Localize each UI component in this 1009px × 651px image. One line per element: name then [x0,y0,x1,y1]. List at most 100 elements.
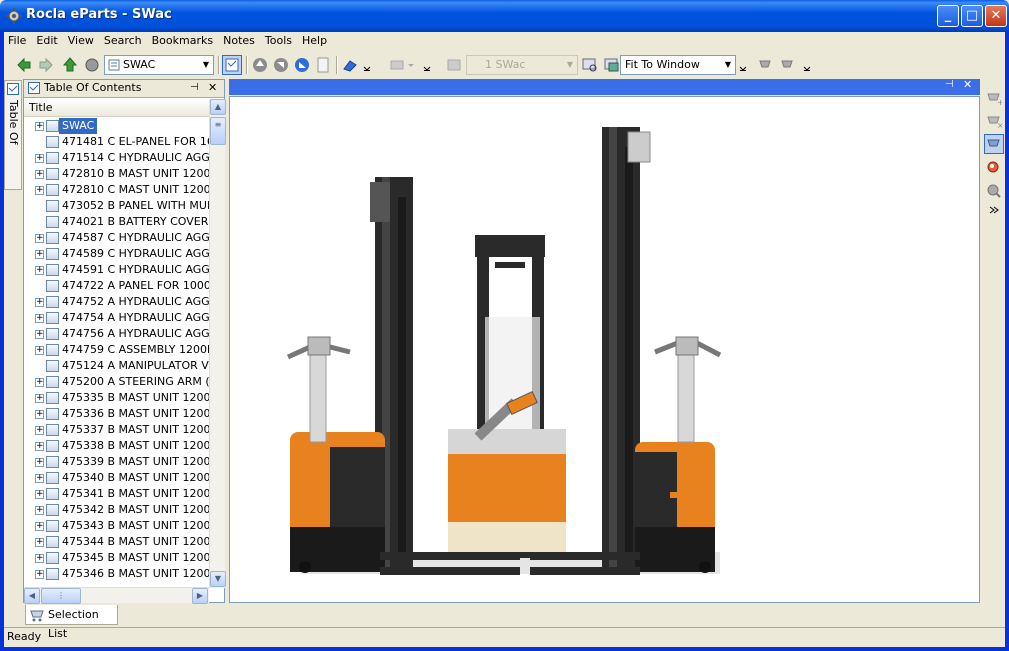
toolbar-chevron-icon[interactable] [362,55,372,75]
toolbar-chevron-icon[interactable] [422,55,432,75]
pin-icon[interactable]: ⊣ [945,79,954,90]
toc-horizontal-scrollbar[interactable]: ◀ ⋮ ▶ [24,587,209,604]
scroll-thumb[interactable]: ≡ [210,117,226,145]
toc-row[interactable]: +471514 C HYDRAULIC AGG [24,150,209,166]
toc-row[interactable]: +475344 B MAST UNIT 1200k [24,534,209,550]
forward-icon[interactable] [36,55,56,75]
expand-icon[interactable]: + [35,538,44,547]
zoom-tool-icon[interactable] [580,55,600,75]
close-document-icon[interactable]: ✕ [963,78,972,91]
menu-search[interactable]: Search [100,32,146,49]
toc-row[interactable]: +475200 A STEERING ARM ( [24,374,209,390]
bookmark-icon[interactable] [340,55,360,75]
toc-row[interactable]: +475340 B MAST UNIT 1200k [24,470,209,486]
menu-file[interactable]: File [4,32,30,49]
cart-remove-icon[interactable] [756,55,776,75]
toc-row[interactable]: 473052 B PANEL WITH MUL [24,198,209,214]
close-button[interactable]: ✕ [985,5,1007,27]
search-parts-icon[interactable] [984,158,1004,178]
toc-row[interactable]: +475337 B MAST UNIT 1200k [24,422,209,438]
nav-next-circle-icon[interactable] [292,55,312,75]
toolbar-overflow-icon[interactable] [984,204,1004,216]
expand-icon[interactable]: + [35,250,44,259]
expand-icon[interactable]: + [35,506,44,515]
expand-icon[interactable]: + [35,234,44,243]
expand-icon[interactable]: + [35,490,44,499]
zoom-select[interactable]: Fit To Window ▼ [620,55,736,75]
toc-row[interactable]: 474021 B BATTERY COVER [24,214,209,230]
minimize-button[interactable]: _ [937,5,959,27]
menu-view[interactable]: View [64,32,98,49]
close-panel-icon[interactable]: ✕ [208,80,217,96]
menu-bookmarks[interactable]: Bookmarks [148,32,217,49]
cart-view-icon[interactable] [984,134,1004,154]
menu-edit[interactable]: Edit [32,32,61,49]
scroll-up-icon[interactable]: ▲ [210,99,226,115]
toolbar-chevron-icon[interactable] [738,55,748,75]
toc-row[interactable]: +474589 C HYDRAULIC AGG [24,246,209,262]
toc-row[interactable]: + SWAC [24,118,209,134]
scroll-thumb[interactable]: ⋮ [41,588,81,604]
expand-icon[interactable]: + [35,266,44,275]
page-icon[interactable] [313,55,333,75]
nav-prev-circle-icon[interactable] [271,55,291,75]
expand-icon[interactable]: + [35,554,44,563]
toc-vertical-scrollbar[interactable]: ▲ ≡ ▼ [209,99,226,588]
expand-icon[interactable]: + [35,346,44,355]
cart-remove-icon[interactable]: × [984,111,1004,131]
toc-row[interactable]: +475339 B MAST UNIT 1200k [24,454,209,470]
expand-icon[interactable]: + [35,442,44,451]
expand-icon[interactable]: + [35,298,44,307]
expand-icon[interactable]: + [35,522,44,531]
book-select[interactable]: SWAC ▼ [104,55,214,75]
toc-row[interactable]: +474754 A HYDRAULIC AGG [24,310,209,326]
expand-icon[interactable]: + [35,410,44,419]
toc-row[interactable]: +475342 B MAST UNIT 1200k [24,502,209,518]
toc-row[interactable]: +475343 B MAST UNIT 1200k [24,518,209,534]
toc-row[interactable]: +475336 B MAST UNIT 1200k [24,406,209,422]
menu-tools[interactable]: Tools [261,32,296,49]
menu-help[interactable]: Help [298,32,331,49]
toc-row[interactable]: +472810 B MAST UNIT 1200k [24,166,209,182]
toc-row[interactable]: 474722 A PANEL FOR 1000/ [24,278,209,294]
expand-icon[interactable]: + [35,378,44,387]
expand-icon[interactable]: + [35,474,44,483]
toc-row[interactable]: +472810 C MAST UNIT 1200k [24,182,209,198]
expand-icon[interactable]: + [35,394,44,403]
title-column-header[interactable]: Title [24,99,209,117]
page-nav-icon[interactable] [444,55,464,75]
up-icon[interactable] [60,55,80,75]
toolbar-chevron-icon[interactable] [802,55,812,75]
toc-row[interactable]: +474752 A HYDRAULIC AGG [24,294,209,310]
toc-row[interactable]: +474756 A HYDRAULIC AGG [24,326,209,342]
pin-icon[interactable]: ⊣ [190,80,199,96]
expand-icon[interactable]: + [35,154,44,163]
nav-up-circle-icon[interactable] [250,55,270,75]
toc-row[interactable]: +474591 C HYDRAULIC AGG [24,262,209,278]
cart-add-icon[interactable]: + [984,88,1004,108]
toc-row[interactable]: 471481 C EL-PANEL FOR 16 [24,134,209,150]
search-gray-icon[interactable] [984,181,1004,201]
toc-row[interactable]: +474759 C ASSEMBLY 1200k [24,342,209,358]
menu-notes[interactable]: Notes [219,32,259,49]
chevron-down-icon[interactable]: ▼ [199,56,213,74]
expand-icon[interactable]: + [35,170,44,179]
selection-list-tab[interactable]: Selection List [25,605,118,640]
note-tool-icon[interactable] [386,55,420,75]
chevron-down-icon[interactable]: ▼ [721,56,735,74]
expand-icon[interactable]: + [35,458,44,467]
toc-row[interactable]: +474587 C HYDRAULIC AGG [24,230,209,246]
toc-row[interactable]: +475341 B MAST UNIT 1200k [24,486,209,502]
home-icon[interactable] [82,55,102,75]
maximize-button[interactable]: □ [961,5,983,27]
toc-row[interactable]: +475346 B MAST UNIT 1200k [24,566,209,582]
back-icon[interactable] [14,55,34,75]
cart-add-icon[interactable] [778,55,798,75]
scroll-down-icon[interactable]: ▼ [210,571,226,587]
expand-icon[interactable]: + [35,426,44,435]
toc-row[interactable]: 475124 A MANIPULATOR V [24,358,209,374]
scroll-left-icon[interactable]: ◀ [24,588,40,604]
fit-tool-icon[interactable] [602,55,622,75]
expand-icon[interactable]: + [35,122,44,131]
document-viewer[interactable] [229,96,980,603]
